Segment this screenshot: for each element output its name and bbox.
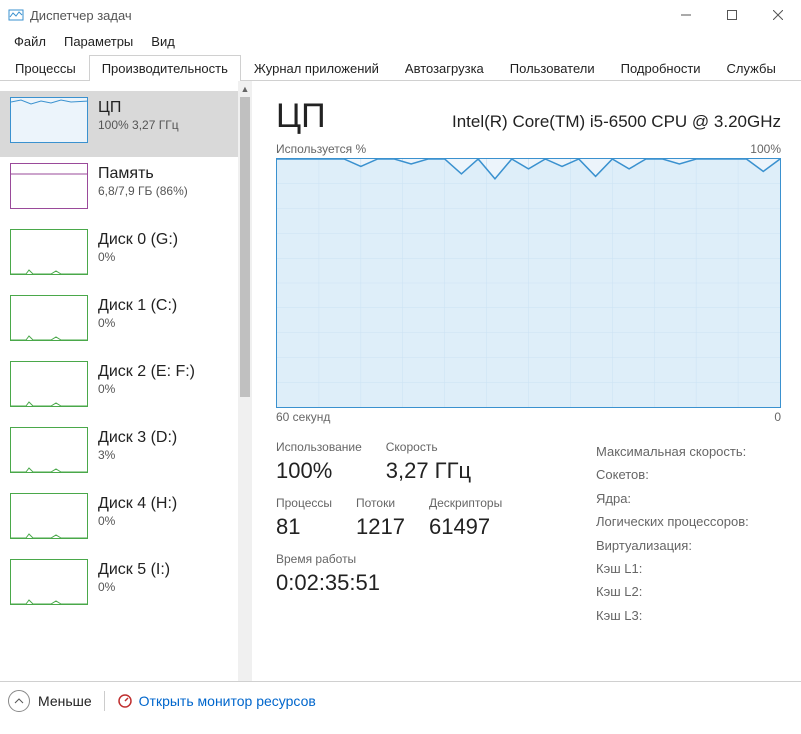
menu-options[interactable]: Параметры — [56, 32, 141, 51]
stats-right: Максимальная скорость: Сокетов: Ядра: Ло… — [596, 440, 749, 627]
sidebar-item-title: Диск 2 (E: F:) — [98, 363, 195, 381]
proc-value: 81 — [276, 514, 332, 540]
handles-label: Дескрипторы — [429, 496, 502, 510]
sockets-label: Сокетов: — [596, 463, 749, 486]
content-area: ЦП100% 3,27 ГГцПамять6,8/7,9 ГБ (86%)Дис… — [0, 81, 801, 681]
sidebar-item-subtitle: 100% 3,27 ГГц — [98, 118, 179, 132]
collapse-icon[interactable] — [8, 690, 30, 712]
sidebar-item-subtitle: 0% — [98, 250, 178, 264]
sidebar-item-title: Память — [98, 165, 188, 183]
menubar: Файл Параметры Вид — [0, 30, 801, 55]
sidebar-item-title: Диск 3 (D:) — [98, 429, 177, 447]
usage-label: Использование — [276, 440, 362, 454]
menu-file[interactable]: Файл — [6, 32, 54, 51]
minimize-button[interactable] — [663, 0, 709, 30]
titlebar: Диспетчер задач — [0, 0, 801, 30]
sidebar-item-disk-2[interactable]: Диск 0 (G:)0% — [0, 223, 238, 289]
maxspeed-label: Максимальная скорость: — [596, 440, 749, 463]
sidebar-item-subtitle: 0% — [98, 382, 195, 396]
virt-label: Виртуализация: — [596, 534, 749, 557]
y-axis-label: Используется % — [276, 142, 366, 156]
proc-label: Процессы — [276, 496, 332, 510]
mini-chart — [10, 427, 88, 473]
sidebar-item-subtitle: 0% — [98, 514, 177, 528]
tab-startup[interactable]: Автозагрузка — [392, 55, 497, 81]
tab-details[interactable]: Подробности — [608, 55, 714, 81]
x-axis-min: 0 — [774, 410, 781, 424]
sidebar-item-disk-6[interactable]: Диск 4 (H:)0% — [0, 487, 238, 553]
sidebar-item-title: Диск 0 (G:) — [98, 231, 178, 249]
l1-label: Кэш L1: — [596, 557, 749, 580]
y-axis-max: 100% — [750, 142, 781, 156]
detail-header: ЦП Intel(R) Core(TM) i5-6500 CPU @ 3.20G… — [276, 97, 781, 136]
sidebar-item-title: Диск 4 (H:) — [98, 495, 177, 513]
mini-chart — [10, 295, 88, 341]
speed-label: Скорость — [386, 440, 471, 454]
mini-chart — [10, 97, 88, 143]
open-resource-monitor-label: Открыть монитор ресурсов — [139, 693, 316, 709]
mini-chart — [10, 361, 88, 407]
usage-value: 100% — [276, 458, 362, 484]
sidebar-wrap: ЦП100% 3,27 ГГцПамять6,8/7,9 ГБ (86%)Дис… — [0, 81, 252, 681]
open-resource-monitor-link[interactable]: Открыть монитор ресурсов — [117, 693, 316, 709]
cpu-model: Intel(R) Core(TM) i5-6500 CPU @ 3.20GHz — [452, 112, 781, 132]
detail-panel: ЦП Intel(R) Core(TM) i5-6500 CPU @ 3.20G… — [252, 81, 801, 681]
lprocs-label: Логических процессоров: — [596, 510, 749, 533]
sidebar-item-disk-7[interactable]: Диск 5 (I:)0% — [0, 553, 238, 619]
tab-services[interactable]: Службы — [714, 55, 789, 81]
stats-area: Использование 100% Скорость 3,27 ГГц Про… — [276, 440, 781, 627]
sidebar-item-disk-5[interactable]: Диск 3 (D:)3% — [0, 421, 238, 487]
uptime-label: Время работы — [276, 552, 380, 566]
less-button[interactable]: Меньше — [38, 693, 92, 709]
maximize-button[interactable] — [709, 0, 755, 30]
sidebar-item-disk-4[interactable]: Диск 2 (E: F:)0% — [0, 355, 238, 421]
close-button[interactable] — [755, 0, 801, 30]
sidebar-item-cpu-0[interactable]: ЦП100% 3,27 ГГц — [0, 91, 238, 157]
l3-label: Кэш L3: — [596, 604, 749, 627]
uptime-value: 0:02:35:51 — [276, 570, 380, 596]
sidebar-item-subtitle: 3% — [98, 448, 177, 462]
chart-top-axis: Используется % 100% — [276, 142, 781, 156]
scroll-up-icon[interactable]: ▲ — [238, 81, 252, 97]
sidebar-item-subtitle: 0% — [98, 580, 170, 594]
sidebar-item-subtitle: 6,8/7,9 ГБ (86%) — [98, 184, 188, 198]
cores-label: Ядра: — [596, 487, 749, 510]
cpu-usage-chart[interactable] — [276, 158, 781, 408]
tab-apphistory[interactable]: Журнал приложений — [241, 55, 392, 81]
tab-users[interactable]: Пользователи — [497, 55, 608, 81]
sidebar-item-title: Диск 1 (C:) — [98, 297, 177, 315]
sidebar-item-subtitle: 0% — [98, 316, 177, 330]
window-title: Диспетчер задач — [30, 8, 663, 23]
x-axis-label: 60 секунд — [276, 410, 330, 424]
window-controls — [663, 0, 801, 30]
detail-title: ЦП — [276, 97, 326, 136]
sidebar-item-title: Диск 5 (I:) — [98, 561, 170, 579]
sidebar-item-title: ЦП — [98, 99, 179, 117]
mini-chart — [10, 493, 88, 539]
mini-chart — [10, 559, 88, 605]
chart-bottom-axis: 60 секунд 0 — [276, 410, 781, 424]
scroll-thumb[interactable] — [240, 97, 250, 397]
tab-processes[interactable]: Процессы — [2, 55, 89, 81]
speed-value: 3,27 ГГц — [386, 458, 471, 484]
sidebar-item-disk-3[interactable]: Диск 1 (C:)0% — [0, 289, 238, 355]
handles-value: 61497 — [429, 514, 502, 540]
sidebar-scrollbar[interactable]: ▲ — [238, 81, 252, 681]
taskmgr-icon — [8, 7, 24, 23]
threads-label: Потоки — [356, 496, 405, 510]
threads-value: 1217 — [356, 514, 405, 540]
sidebar[interactable]: ЦП100% 3,27 ГГцПамять6,8/7,9 ГБ (86%)Дис… — [0, 81, 238, 681]
footer-divider — [104, 691, 105, 711]
mini-chart — [10, 229, 88, 275]
mini-chart — [10, 163, 88, 209]
l2-label: Кэш L2: — [596, 580, 749, 603]
sidebar-item-mem-1[interactable]: Память6,8/7,9 ГБ (86%) — [0, 157, 238, 223]
footer: Меньше Открыть монитор ресурсов — [0, 681, 801, 719]
tab-bar: Процессы Производительность Журнал прило… — [0, 55, 801, 81]
resource-monitor-icon — [117, 693, 133, 709]
tab-performance[interactable]: Производительность — [89, 55, 241, 81]
menu-view[interactable]: Вид — [143, 32, 183, 51]
